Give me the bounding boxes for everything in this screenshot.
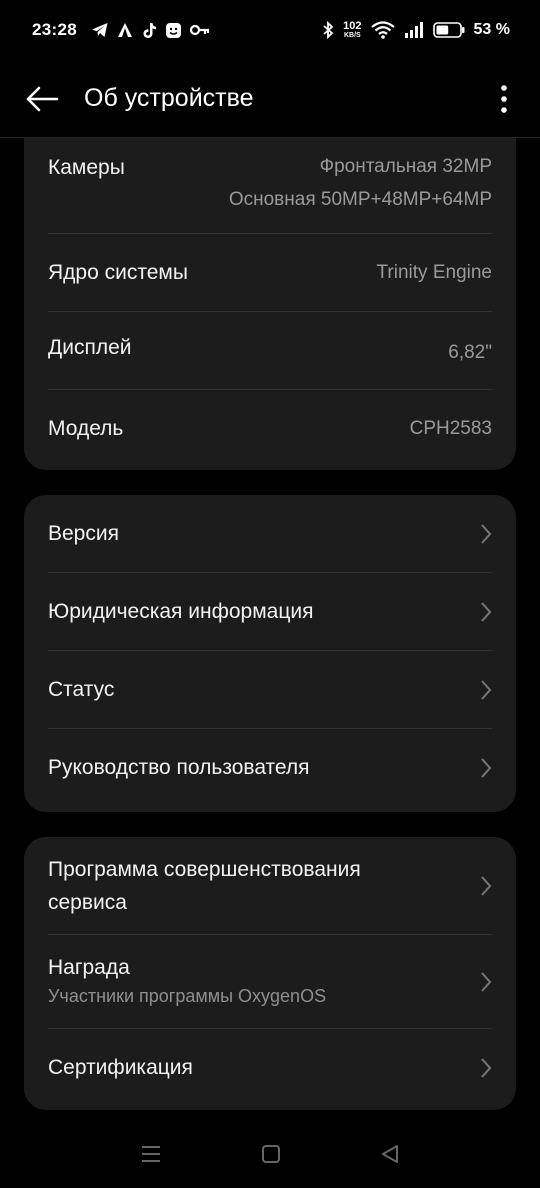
status-label: Статус <box>48 677 115 701</box>
tent-icon <box>117 23 132 37</box>
bluetooth-icon <box>323 21 334 39</box>
arrow-left-icon <box>26 86 59 111</box>
model-value: CPH2583 <box>409 418 492 439</box>
camera-front-value: Фронтальная 32MP <box>319 156 492 177</box>
key-icon <box>189 24 210 36</box>
info-menu-card: Версия Юридическая информация Статус Рук… <box>24 495 516 812</box>
telegram-icon <box>91 23 108 37</box>
page-title: Об устройстве <box>84 84 254 112</box>
recents-button[interactable] <box>140 1144 162 1169</box>
status-bar: 23:28 102 KB/S 53 % <box>0 0 540 60</box>
face-icon <box>165 22 181 38</box>
menu-lines-icon <box>141 1145 160 1162</box>
cameras-row: Камеры Фронтальная 32MP Основная 50MP+48… <box>48 138 492 234</box>
more-options-button[interactable] <box>492 79 516 119</box>
specs-card: Камеры Фронтальная 32MP Основная 50MP+48… <box>24 138 516 470</box>
camera-main-value: Основная 50MP+48MP+64MP <box>228 189 492 210</box>
chevron-right-icon <box>481 1058 492 1078</box>
certification-label: Сертификация <box>48 1056 193 1079</box>
triangle-back-icon <box>382 1144 399 1163</box>
display-value: 6,82" <box>448 342 492 363</box>
kernel-row: Ядро системы Trinity Engine <box>48 234 492 312</box>
home-button[interactable] <box>261 1144 281 1169</box>
kernel-label: Ядро системы <box>48 260 188 284</box>
chevron-right-icon <box>481 523 492 544</box>
chevron-right-icon <box>481 601 492 622</box>
more-vertical-icon <box>501 84 507 113</box>
status-time: 23:28 <box>32 20 77 39</box>
display-row: Дисплей 6,82" <box>48 312 492 390</box>
chevron-right-icon <box>481 875 492 896</box>
chevron-right-icon <box>481 679 492 700</box>
network-speed: 102 KB/S <box>343 20 362 40</box>
battery-icon <box>432 22 465 38</box>
signal-icon <box>404 22 423 38</box>
cameras-label: Камеры <box>48 156 125 179</box>
notification-icons <box>91 22 210 39</box>
display-label: Дисплей <box>48 336 132 359</box>
chevron-right-icon <box>481 971 492 992</box>
menu-item-reward[interactable]: Награда Участники программы OxygenOS <box>48 935 492 1029</box>
menu-item-status[interactable]: Статус <box>48 651 492 729</box>
menu-item-manual[interactable]: Руководство пользователя <box>48 729 492 807</box>
reward-label-stack: Награда Участники программы OxygenOS <box>48 956 326 1007</box>
back-button[interactable] <box>12 69 72 129</box>
system-icons: 102 KB/S 53 % <box>322 21 510 39</box>
square-icon <box>261 1144 280 1163</box>
nav-back-button[interactable] <box>380 1144 400 1169</box>
program-menu-card: Программа совершенствования сервиса Нагр… <box>24 837 516 1110</box>
app-bar: Об устройстве <box>0 60 540 138</box>
legal-label: Юридическая информация <box>48 599 314 623</box>
manual-label: Руководство пользователя <box>48 756 310 779</box>
network-speed-unit: KB/S <box>343 32 361 39</box>
menu-item-version[interactable]: Версия <box>48 495 492 573</box>
kernel-value: Trinity Engine <box>376 261 492 283</box>
improvement-label-line2: сервиса <box>48 890 127 914</box>
battery-percent: 53 % <box>473 21 510 38</box>
network-speed-value: 102 <box>343 20 362 32</box>
improvement-label: Программа совершенствования сервиса <box>48 853 361 919</box>
version-label: Версия <box>48 521 119 545</box>
system-nav-bar <box>0 1124 540 1188</box>
wifi-icon <box>370 21 395 39</box>
model-label: Модель <box>48 417 124 440</box>
chevron-right-icon <box>481 758 492 778</box>
menu-item-legal[interactable]: Юридическая информация <box>48 573 492 651</box>
improvement-label-line1: Программа совершенствования <box>48 857 361 881</box>
reward-sublabel: Участники программы OxygenOS <box>48 986 327 1006</box>
tiktok-icon <box>143 22 156 38</box>
menu-item-certification[interactable]: Сертификация <box>48 1029 492 1107</box>
reward-label: Награда <box>48 956 130 979</box>
cameras-values: Фронтальная 32MP Основная 50MP+48MP+64MP <box>229 150 492 216</box>
model-row: Модель CPH2583 <box>48 390 492 468</box>
menu-item-improvement-program[interactable]: Программа совершенствования сервиса <box>48 837 492 935</box>
